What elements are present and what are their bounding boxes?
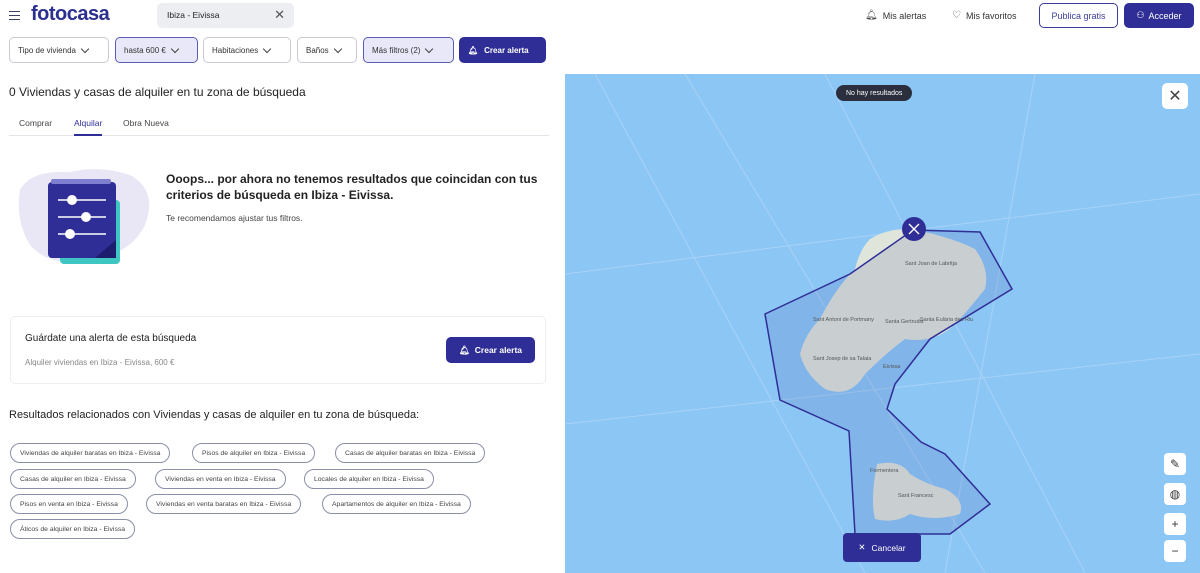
operation-tabs: Comprar Alquilar Obra Nueva (9, 112, 549, 136)
draw-icon: ✎ (1170, 457, 1180, 471)
my-alerts-label: Mis alertas (883, 11, 927, 21)
baths-filter[interactable]: Baños (297, 37, 357, 63)
minus-icon: − (1171, 544, 1178, 558)
close-icon: ✕ (1168, 86, 1181, 106)
publish-button[interactable]: Publica gratis (1039, 3, 1118, 28)
bell-icon: 🔔︎ (459, 345, 470, 356)
property-type-label: Tipo de vivienda (18, 46, 76, 55)
empty-results-title: Ooops... por ahora no tenemos resultados… (166, 171, 548, 203)
tab-rent[interactable]: Alquilar (74, 118, 102, 136)
login-label: Acceder (1149, 11, 1182, 21)
save-alert-subtitle: Alquiler viviendas en Ibiza - Eivissa, 6… (25, 358, 174, 367)
logo[interactable]: fotocasa (31, 3, 109, 26)
globe-icon: ◍ (1170, 487, 1180, 501)
price-label: hasta 600 € (124, 46, 166, 55)
map-label: Santa Gertrudis (885, 319, 924, 325)
results-title: 0 Viviendas y casas de alquiler en tu zo… (9, 85, 306, 99)
map-layers-button[interactable]: ◍ (1164, 483, 1186, 505)
map-label: Sant Josep de sa Talaia (813, 356, 871, 362)
related-chip[interactable]: Pisos en venta en Ibiza - Eivissa (10, 494, 128, 514)
chevron-down-icon (425, 44, 433, 52)
related-chip[interactable]: Viviendas en venta en Ibiza - Eivissa (155, 469, 286, 489)
tab-buy[interactable]: Comprar (19, 118, 52, 128)
related-results-title: Resultados relacionados con Viviendas y … (9, 409, 419, 421)
chevron-down-icon (263, 44, 271, 52)
create-alert-button[interactable]: 🔔︎ Crear alerta (459, 37, 546, 63)
no-results-badge: No hay resultados (836, 85, 912, 101)
map-label: Eivissa (883, 364, 900, 370)
related-chip[interactable]: Apartamentos de alquiler en Ibiza - Eivi… (322, 494, 471, 514)
zoom-out-button[interactable]: − (1164, 540, 1186, 562)
close-icon[interactable]: ✕ (274, 7, 285, 23)
rooms-label: Habitaciones (212, 46, 258, 55)
map-label: Santa Eulària des Riu (920, 317, 973, 323)
login-button[interactable]: ⚇ Acceder (1124, 3, 1194, 28)
price-filter[interactable]: hasta 600 € (115, 37, 198, 63)
heart-icon: ♡ (952, 10, 961, 21)
tab-new-build[interactable]: Obra Nueva (123, 118, 169, 128)
more-filters-label: Más filtros (2) (372, 46, 420, 55)
chevron-down-icon (171, 44, 179, 52)
location-chip-label: Ibiza - Eivissa (167, 10, 219, 20)
map-canvas (565, 74, 1200, 573)
related-chip[interactable]: Viviendas de alquiler baratas en Ibiza -… (10, 443, 170, 463)
baths-label: Baños (306, 46, 329, 55)
related-chip[interactable]: Locales de alquiler en Ibiza - Eivissa (304, 469, 434, 489)
map-label: Sant Joan de Labritja (905, 261, 957, 267)
empty-results-illustration (10, 160, 158, 272)
related-chip[interactable]: Áticos de alquiler en Ibiza - Eivissa (10, 519, 135, 539)
my-alerts-link[interactable]: 🔔︎ Mis alertas (865, 10, 926, 21)
filter-bar: Tipo de vivienda hasta 600 € Habitacione… (0, 37, 560, 65)
user-icon: ⚇ (1136, 10, 1144, 21)
more-filters-button[interactable]: Más filtros (2) (363, 37, 454, 63)
rooms-filter[interactable]: Habitaciones (203, 37, 291, 63)
related-chip[interactable]: Viviendas en venta baratas en Ibiza - Ei… (146, 494, 301, 514)
map-label: Sant Francesc (898, 493, 933, 499)
save-alert-title: Guárdate una alerta de esta búsqueda (25, 333, 196, 344)
related-chip[interactable]: Casas de alquiler baratas en Ibiza - Eiv… (335, 443, 485, 463)
create-alert-label: Crear alerta (484, 46, 528, 55)
cancel-draw-button[interactable]: ✕ Cancelar (843, 533, 921, 562)
close-map-button[interactable]: ✕ (1162, 83, 1188, 109)
cancel-label: Cancelar (872, 543, 906, 553)
my-favorites-link[interactable]: ♡ Mis favoritos (952, 10, 1016, 21)
chevron-down-icon (333, 44, 341, 52)
location-chip[interactable]: Ibiza - Eivissa ✕ (157, 3, 294, 28)
zoom-in-button[interactable]: + (1164, 513, 1186, 535)
create-alert-card-button[interactable]: 🔔︎ Crear alerta (446, 337, 535, 363)
empty-results-subtitle: Te recomendamos ajustar tus filtros. (166, 213, 303, 223)
bell-icon: 🔔︎ (865, 10, 878, 21)
draw-area-button[interactable]: ✎ (1164, 453, 1186, 475)
property-type-filter[interactable]: Tipo de vivienda (9, 37, 109, 63)
top-bar: fotocasa Ibiza - Eivissa ✕ 🔔︎ Mis alerta… (0, 0, 1200, 32)
plus-icon: + (1171, 517, 1178, 531)
menu-icon[interactable] (9, 8, 20, 22)
map[interactable]: Sant Joan de Labritja Sant Antoni de Por… (565, 74, 1200, 573)
my-favorites-label: Mis favoritos (966, 11, 1017, 21)
map-label: Formentera (870, 468, 898, 474)
map-label: Sant Antoni de Portmany (813, 317, 874, 323)
save-alert-card: Guárdate una alerta de esta búsqueda Alq… (10, 316, 546, 384)
chevron-down-icon (81, 44, 89, 52)
related-chip[interactable]: Pisos de alquiler en Ibiza - Eivissa (192, 443, 315, 463)
create-alert-card-label: Crear alerta (475, 345, 522, 355)
related-chip[interactable]: Casas de alquiler en Ibiza - Eivissa (10, 469, 136, 489)
bell-icon: 🔔︎ (468, 46, 478, 55)
close-icon: ✕ (858, 542, 865, 553)
